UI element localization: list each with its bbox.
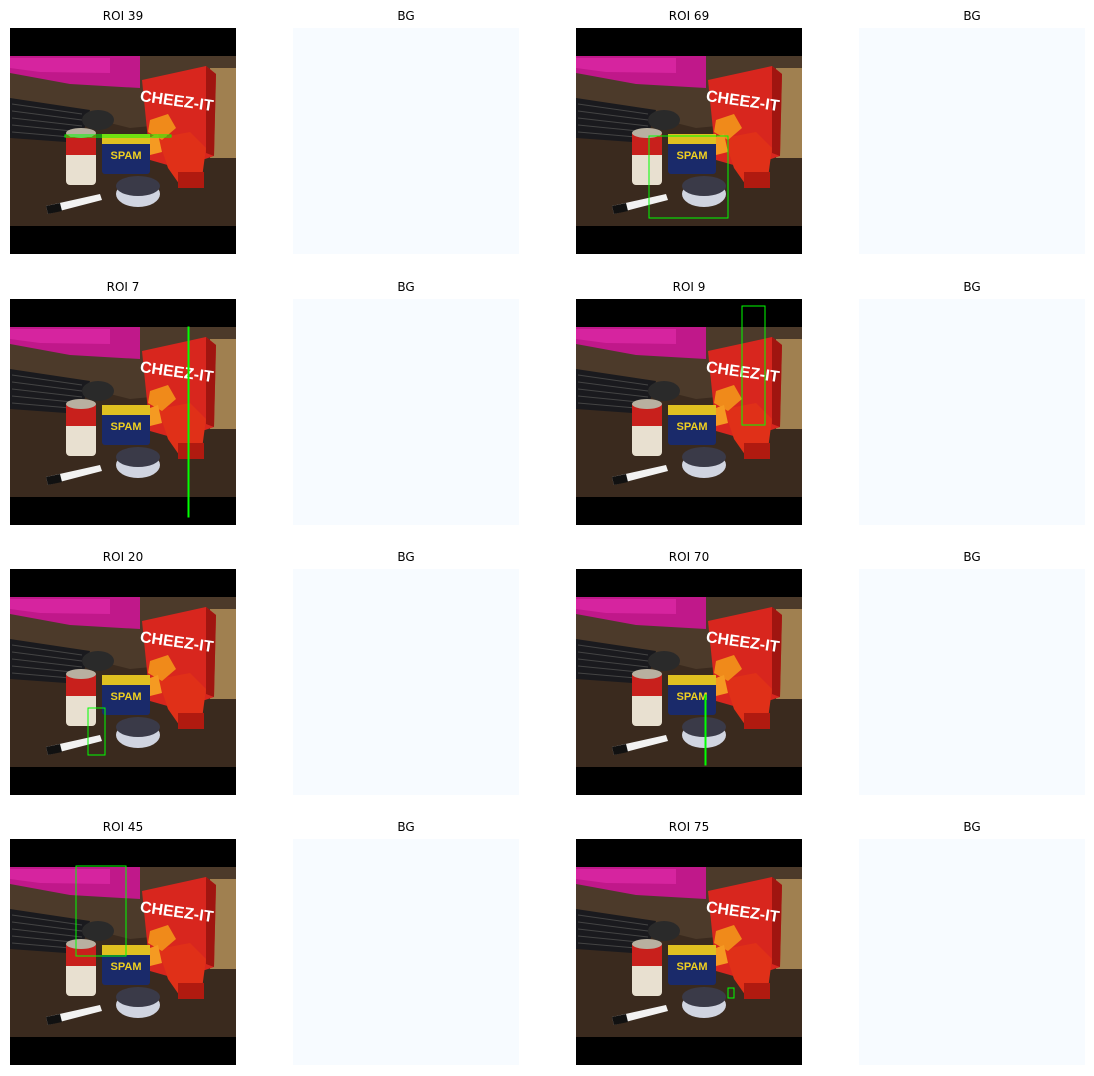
background-image	[859, 299, 1085, 525]
mouse	[82, 110, 114, 130]
mouse	[82, 651, 114, 671]
scene-image: CHEEZ-ITSPAM	[10, 839, 236, 1065]
scene-image: CHEEZ-ITSPAM	[10, 28, 236, 254]
panel-title: BG	[963, 280, 981, 294]
panel-title: ROI 20	[102, 550, 144, 564]
mouse	[648, 110, 680, 130]
panel-title: ROI 69	[668, 9, 710, 23]
mouse	[648, 381, 680, 401]
panel-title: ROI 39	[102, 9, 144, 23]
spam-label-text: SPAM	[111, 421, 142, 433]
background-image	[293, 299, 519, 525]
spam-label-text: SPAM	[677, 691, 708, 703]
roi-box	[704, 694, 707, 766]
roi-box	[187, 326, 190, 518]
background-image	[859, 839, 1085, 1065]
panel-title: BG	[963, 9, 981, 23]
mouse	[648, 921, 680, 941]
panel-title: ROI 45	[102, 820, 144, 834]
mouse	[82, 921, 114, 941]
panel-title: BG	[397, 280, 415, 294]
mouse	[82, 381, 114, 401]
panel-title: ROI 9	[672, 280, 706, 294]
panel-title: BG	[397, 820, 415, 834]
panel-title: ROI 7	[106, 280, 140, 294]
spam-label-text: SPAM	[677, 961, 708, 973]
panel-title: ROI 75	[668, 820, 710, 834]
scene-image: CHEEZ-ITSPAM	[10, 299, 236, 525]
panel-title: BG	[963, 820, 981, 834]
background-image	[293, 28, 519, 254]
background-image	[293, 839, 519, 1065]
spam-label-text: SPAM	[677, 150, 708, 162]
spam-label-text: SPAM	[111, 691, 142, 703]
scene-image: CHEEZ-ITSPAM	[576, 839, 802, 1065]
panel-title: BG	[397, 9, 415, 23]
scene-image: CHEEZ-ITSPAM	[576, 569, 802, 795]
panel-title: BG	[963, 550, 981, 564]
background-image	[859, 28, 1085, 254]
panel-title: ROI 70	[668, 550, 710, 564]
background-image	[859, 569, 1085, 795]
roi-grid: ROI 39 CHEEZ-IT SPAM BG ROI 69 CHEEZ-IT SP…	[0, 0, 1094, 1076]
scene-image: CHEEZ-ITSPAM	[10, 569, 236, 795]
mouse	[648, 651, 680, 671]
spam-label-text: SPAM	[677, 421, 708, 433]
spam-label-text: SPAM	[111, 150, 142, 162]
scene-image: CHEEZ-ITSPAM	[576, 299, 802, 525]
scene-image: CHEEZ-ITSPAM	[576, 28, 802, 254]
panel-title: BG	[397, 550, 415, 564]
background-image	[293, 569, 519, 795]
spam-label-text: SPAM	[111, 961, 142, 973]
